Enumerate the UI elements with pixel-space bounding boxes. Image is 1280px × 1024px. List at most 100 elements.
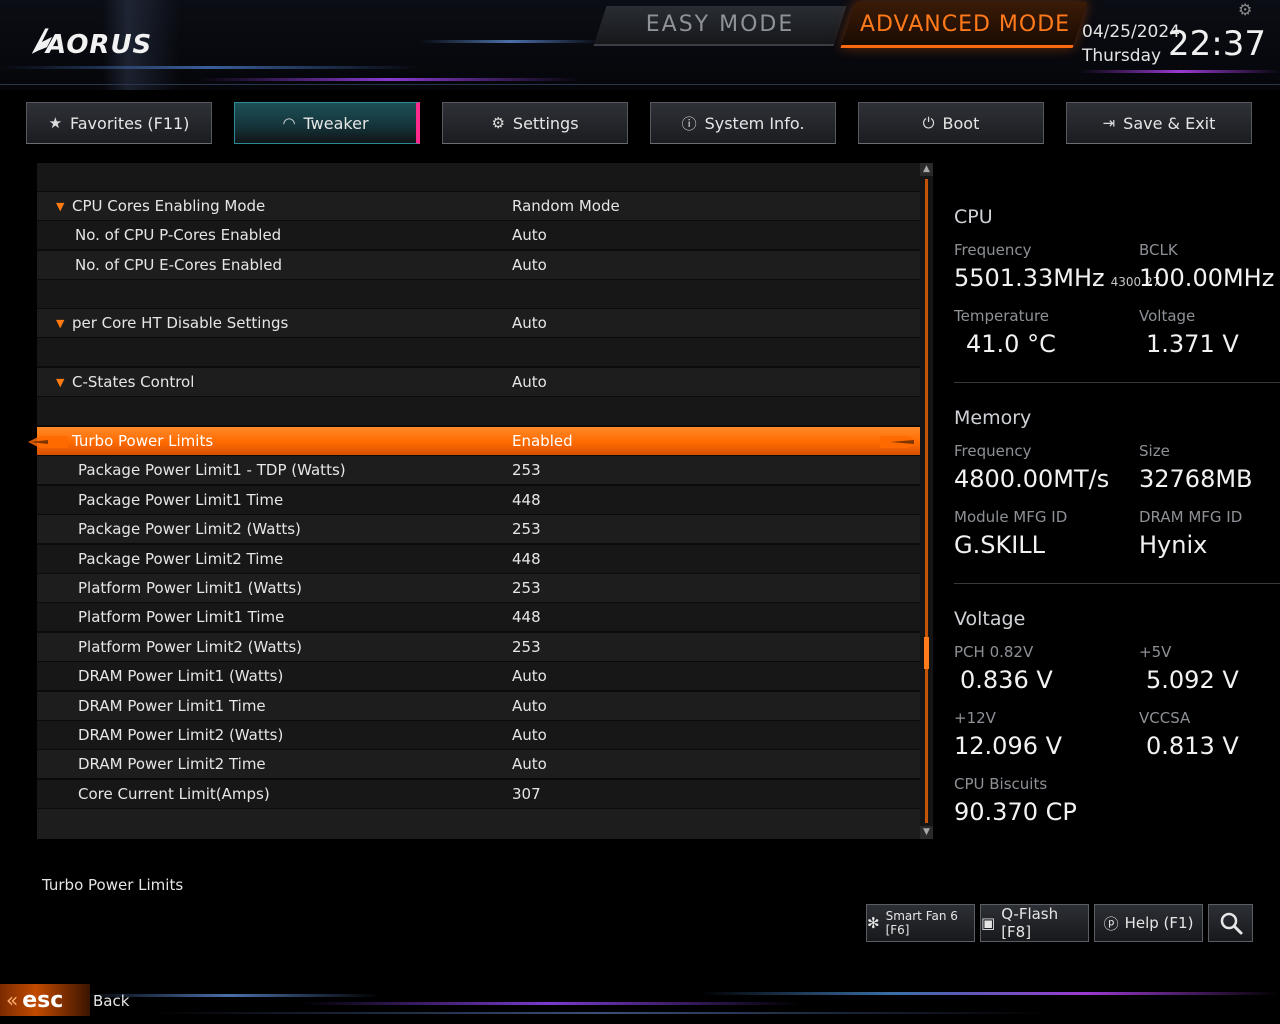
settings-row-per-core-ht[interactable]: ▼ per Core HT Disable Settings Auto (37, 309, 920, 337)
expand-triangle-icon[interactable]: ▼ (56, 200, 64, 213)
tab-system-info[interactable]: ⓘ System Info. (650, 102, 836, 144)
setting-value[interactable]: Auto (512, 697, 547, 715)
setting-label: Package Power Limit1 Time (78, 491, 284, 509)
module-mfg-value: G.SKILL (954, 531, 1046, 559)
setting-value[interactable]: 253 (512, 638, 541, 656)
setting-value[interactable]: Auto (512, 256, 547, 274)
scroll-up-arrow-icon[interactable]: ▲ (920, 163, 933, 176)
easy-mode-button[interactable]: EASY MODE (600, 12, 840, 37)
dram-mfg-label: DRAM MFG ID (1139, 508, 1243, 526)
setting-value[interactable]: 253 (512, 461, 541, 479)
vccsa-value: 0.813 V (1146, 732, 1239, 760)
decor-streak (0, 66, 420, 69)
setting-value[interactable]: Auto (512, 226, 547, 244)
gear-icon: ⚙ (491, 114, 505, 132)
esc-button[interactable]: « esc (0, 984, 90, 1016)
settings-row-p-cores[interactable]: No. of CPU P-Cores Enabled Auto (37, 221, 920, 249)
settings-row-pkg-pl1-time[interactable]: Package Power Limit1 Time 448 (37, 486, 920, 514)
scroll-thumb[interactable] (924, 637, 929, 669)
cpu-frequency-text: 5501.33MHz (954, 264, 1105, 292)
settings-row-turbo-power-limits[interactable]: Turbo Power Limits Enabled (37, 427, 920, 455)
memory-frequency-label: Frequency (954, 442, 1032, 460)
decor-streak (420, 40, 600, 43)
settings-row-plat-pl2[interactable]: Platform Power Limit2 (Watts) 253 (37, 633, 920, 661)
setting-value[interactable]: 253 (512, 520, 541, 538)
settings-scrollbar[interactable]: ▲ ▼ (920, 163, 933, 839)
gear-icon[interactable]: ⚙ (1238, 0, 1252, 19)
setting-value[interactable]: Random Mode (512, 197, 620, 215)
settings-row-cpu-cores-enabling-mode[interactable]: ▼ CPU Cores Enabling Mode Random Mode (37, 192, 920, 220)
date-text: 04/25/2024 (1082, 22, 1180, 42)
tab-save-exit[interactable]: ⇥ Save & Exit (1066, 102, 1252, 144)
setting-value[interactable]: Auto (512, 667, 547, 685)
module-mfg-label: Module MFG ID (954, 508, 1068, 526)
settings-row-blank (37, 397, 920, 425)
tab-tweaker[interactable]: ◠ Tweaker (234, 102, 420, 144)
q-flash-label: Q-Flash [F8] (1001, 905, 1059, 941)
chip-icon: ▣ (981, 914, 996, 932)
help-button[interactable]: ⓟ Help (F1) (1094, 904, 1203, 942)
advanced-mode-button[interactable]: ADVANCED MODE (850, 12, 1080, 37)
search-button[interactable] (1208, 904, 1253, 942)
memory-section-title: Memory (954, 407, 1032, 429)
power-icon: ⏻ (922, 114, 935, 132)
p5v-value: 5.092 V (1146, 666, 1239, 694)
settings-row-e-cores[interactable]: No. of CPU E-Cores Enabled Auto (37, 251, 920, 279)
setting-label: No. of CPU E-Cores Enabled (75, 256, 282, 274)
setting-value[interactable]: Auto (512, 373, 547, 391)
setting-value[interactable]: Auto (512, 755, 547, 773)
highlight-wing-left (28, 436, 68, 448)
tab-boot[interactable]: ⏻ Boot (858, 102, 1044, 144)
settings-row-blank (37, 809, 920, 839)
setting-value[interactable]: Auto (512, 726, 547, 744)
expand-triangle-icon[interactable]: ▼ (56, 376, 64, 389)
setting-label: No. of CPU P-Cores Enabled (75, 226, 282, 244)
tab-favorites[interactable]: ★ Favorites (F11) (26, 102, 212, 144)
setting-value[interactable]: Auto (512, 314, 547, 332)
date-display: 04/25/2024 Thursday (1082, 20, 1180, 68)
settings-row-blank (37, 280, 920, 308)
fan-icon: ✻ (867, 914, 880, 932)
smart-fan-button[interactable]: ✻ Smart Fan 6 [F6] (866, 904, 975, 942)
settings-row-blank (37, 338, 920, 366)
setting-value[interactable]: 448 (512, 491, 541, 509)
setting-label: Platform Power Limit1 Time (78, 608, 285, 626)
expand-triangle-icon[interactable]: ▼ (56, 317, 64, 330)
settings-row-plat-pl1-time[interactable]: Platform Power Limit1 Time 448 (37, 603, 920, 631)
bottom-decor (0, 964, 1280, 1024)
setting-value[interactable]: Enabled (512, 432, 573, 450)
setting-value[interactable]: 307 (512, 785, 541, 803)
cpu-frequency-label: Frequency (954, 241, 1032, 259)
settings-row-dram-pl1-time[interactable]: DRAM Power Limit1 Time Auto (37, 692, 920, 720)
settings-row-dram-pl1[interactable]: DRAM Power Limit1 (Watts) Auto (37, 662, 920, 690)
setting-value[interactable]: 448 (512, 608, 541, 626)
setting-value[interactable]: 448 (512, 550, 541, 568)
settings-row-dram-pl2-time[interactable]: DRAM Power Limit2 Time Auto (37, 750, 920, 778)
setting-label: Core Current Limit(Amps) (78, 785, 270, 803)
settings-row-pkg-pl2-time[interactable]: Package Power Limit2 Time 448 (37, 545, 920, 573)
settings-row-dram-pl2[interactable]: DRAM Power Limit2 (Watts) Auto (37, 721, 920, 749)
chevron-left-icon: « (6, 988, 19, 1012)
settings-row-c-states[interactable]: ▼ C-States Control Auto (37, 368, 920, 396)
settings-row-plat-pl1[interactable]: Platform Power Limit1 (Watts) 253 (37, 574, 920, 602)
scroll-down-arrow-icon[interactable]: ▼ (920, 826, 933, 839)
q-flash-button[interactable]: ▣ Q-Flash [F8] (980, 904, 1089, 942)
back-label: Back (93, 992, 130, 1010)
tab-label: System Info. (704, 113, 805, 133)
setting-label: DRAM Power Limit2 (Watts) (78, 726, 284, 744)
setting-label: C-States Control (72, 373, 195, 391)
help-icon: ⓟ (1103, 914, 1119, 933)
scroll-track[interactable] (925, 179, 928, 823)
cpu-temperature-label: Temperature (954, 307, 1050, 325)
bclk-label: BCLK (1139, 241, 1178, 259)
day-text: Thursday (1082, 46, 1162, 66)
cpu-biscuits-value: 90.370 CP (954, 798, 1077, 826)
settings-row-pkg-pl1[interactable]: Package Power Limit1 - TDP (Watts) 253 (37, 456, 920, 484)
exit-icon: ⇥ (1102, 114, 1116, 132)
settings-row-core-current-limit[interactable]: Core Current Limit(Amps) 307 (37, 780, 920, 808)
setting-value[interactable]: 253 (512, 579, 541, 597)
brand-logo: AORUS (46, 30, 153, 60)
info-icon: ⓘ (681, 114, 697, 133)
settings-row-pkg-pl2[interactable]: Package Power Limit2 (Watts) 253 (37, 515, 920, 543)
tab-settings[interactable]: ⚙ Settings (442, 102, 628, 144)
